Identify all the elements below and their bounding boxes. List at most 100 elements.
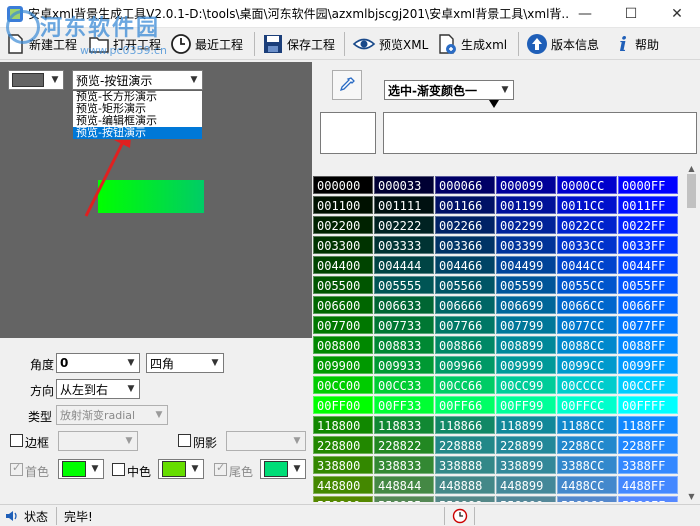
color-cell[interactable]: 005599 — [496, 276, 556, 294]
scroll-up-icon[interactable]: ▲ — [683, 162, 700, 174]
color-cell[interactable]: 009933 — [374, 356, 434, 374]
color-cell[interactable]: 448899 — [496, 476, 556, 494]
color-cell[interactable]: 0055FF — [618, 276, 678, 294]
maximize-button[interactable]: ☐ — [608, 0, 654, 28]
color-cell[interactable]: 007733 — [374, 316, 434, 334]
color-cell[interactable]: 003366 — [435, 236, 495, 254]
color-cell[interactable]: 0088FF — [618, 336, 678, 354]
color-cell[interactable]: 000033 — [374, 176, 434, 194]
color-cell[interactable]: 009999 — [496, 356, 556, 374]
color-cell[interactable]: 00CC99 — [496, 376, 556, 394]
color-cell[interactable]: 558888 — [435, 496, 495, 502]
color-cell[interactable]: 0088CC — [557, 336, 617, 354]
color-cell[interactable]: 00CCFF — [618, 376, 678, 394]
color-cell[interactable]: 004499 — [496, 256, 556, 274]
color-cell[interactable]: 0066FF — [618, 296, 678, 314]
color-cell[interactable]: 4488FF — [618, 476, 678, 494]
color-cell[interactable]: 338800 — [313, 456, 373, 474]
color-cell[interactable]: 2288CC — [557, 436, 617, 454]
preview-xml-button[interactable]: 预览XML — [352, 31, 428, 57]
color-cell[interactable]: 005500 — [313, 276, 373, 294]
color-cell[interactable]: 0077FF — [618, 316, 678, 334]
color-cell[interactable]: 558800 — [313, 496, 373, 502]
color-cell[interactable]: 001111 — [374, 196, 434, 214]
preview-mode-dropdown[interactable]: 预览-长方形演示 预览-矩形演示 预览-编辑框演示 预览-按钮演示 — [72, 90, 203, 140]
color-cell[interactable]: 3388FF — [618, 456, 678, 474]
color-cell[interactable]: 001100 — [313, 196, 373, 214]
help-button[interactable]: i 帮助 — [614, 31, 659, 57]
color-cell[interactable]: 4488CC — [557, 476, 617, 494]
color-cell[interactable]: 003333 — [374, 236, 434, 254]
color-cell[interactable]: 005555 — [374, 276, 434, 294]
direction-select[interactable]: 从左到右 ▼ — [56, 379, 140, 399]
color-cell[interactable]: 002200 — [313, 216, 373, 234]
color-cell[interactable]: 0000CC — [557, 176, 617, 194]
gradient-color-select[interactable]: 选中-渐变颜色一 ▼ — [384, 80, 514, 100]
color-cell[interactable]: 00FF99 — [496, 396, 556, 414]
dropdown-option-selected[interactable]: 预览-按钮演示 — [73, 127, 202, 139]
color-cell[interactable]: 228899 — [496, 436, 556, 454]
shadow-checkbox[interactable] — [178, 434, 191, 447]
scrollbar-thumb[interactable] — [687, 174, 696, 208]
color-cell[interactable]: 5588CC — [557, 496, 617, 502]
color-cell[interactable]: 1188FF — [618, 416, 678, 434]
color-cell[interactable]: 003399 — [496, 236, 556, 254]
color-cell[interactable]: 0044CC — [557, 256, 617, 274]
color-cell[interactable]: 000066 — [435, 176, 495, 194]
color-cell[interactable]: 0022FF — [618, 216, 678, 234]
color-cell[interactable]: 228800 — [313, 436, 373, 454]
color-cell[interactable]: 118800 — [313, 416, 373, 434]
color-cell[interactable]: 000099 — [496, 176, 556, 194]
version-info-button[interactable]: 版本信息 — [526, 31, 599, 57]
color-cell[interactable]: 004400 — [313, 256, 373, 274]
color-cell[interactable]: 0000FF — [618, 176, 678, 194]
color-cell[interactable]: 00CC33 — [374, 376, 434, 394]
new-project-button[interactable]: 新建工程 — [4, 31, 77, 57]
color-cell[interactable]: 5588FF — [618, 496, 678, 502]
color-cell[interactable]: 004444 — [374, 256, 434, 274]
color-cell[interactable]: 00FFCC — [557, 396, 617, 414]
border-checkbox[interactable] — [10, 434, 23, 447]
color-cell[interactable]: 118899 — [496, 416, 556, 434]
color-cell[interactable]: 002222 — [374, 216, 434, 234]
color-cell[interactable]: 006600 — [313, 296, 373, 314]
color-cell[interactable]: 228822 — [374, 436, 434, 454]
color-cell[interactable]: 007766 — [435, 316, 495, 334]
color-cell[interactable]: 001166 — [435, 196, 495, 214]
color-cell[interactable]: 00FFFF — [618, 396, 678, 414]
color-cell[interactable]: 558855 — [374, 496, 434, 502]
color-cell[interactable]: 008899 — [496, 336, 556, 354]
end-color-checkbox[interactable] — [214, 461, 227, 476]
color-cell[interactable]: 448800 — [313, 476, 373, 494]
start-color-select[interactable]: ▼ — [58, 459, 104, 479]
color-cell[interactable]: 006633 — [374, 296, 434, 314]
color-cell[interactable]: 0033FF — [618, 236, 678, 254]
color-cell[interactable]: 003300 — [313, 236, 373, 254]
color-cell[interactable]: 00CC00 — [313, 376, 373, 394]
end-color-select[interactable]: ▼ — [260, 459, 306, 479]
color-cell[interactable]: 004466 — [435, 256, 495, 274]
color-cell[interactable]: 007700 — [313, 316, 373, 334]
color-cell[interactable]: 00FF00 — [313, 396, 373, 414]
color-cell[interactable]: 0022CC — [557, 216, 617, 234]
open-project-button[interactable]: 打开工程 — [88, 31, 161, 57]
shadow-color-select[interactable]: ▼ — [226, 431, 306, 451]
color-cell[interactable]: 118833 — [374, 416, 434, 434]
minimize-button[interactable]: — — [562, 0, 608, 28]
color-cell[interactable]: 00FF33 — [374, 396, 434, 414]
color-cell[interactable]: 448844 — [374, 476, 434, 494]
color-cell[interactable]: 0055CC — [557, 276, 617, 294]
color-cell[interactable]: 0011CC — [557, 196, 617, 214]
corner-select[interactable]: 四角 ▼ — [146, 353, 224, 373]
color-cell[interactable]: 008800 — [313, 336, 373, 354]
color-grid-scrollbar[interactable]: ▲ ▼ — [683, 162, 700, 502]
color-cell[interactable]: 118866 — [435, 416, 495, 434]
middle-color-select[interactable]: ▼ — [158, 459, 204, 479]
color-cell[interactable]: 3388CC — [557, 456, 617, 474]
close-button[interactable]: ✕ — [654, 0, 700, 28]
color-cell[interactable]: 1188CC — [557, 416, 617, 434]
color-cell[interactable]: 008833 — [374, 336, 434, 354]
color-cell[interactable]: 006699 — [496, 296, 556, 314]
generate-xml-button[interactable]: 生成xml — [436, 31, 507, 57]
color-cell[interactable]: 448888 — [435, 476, 495, 494]
